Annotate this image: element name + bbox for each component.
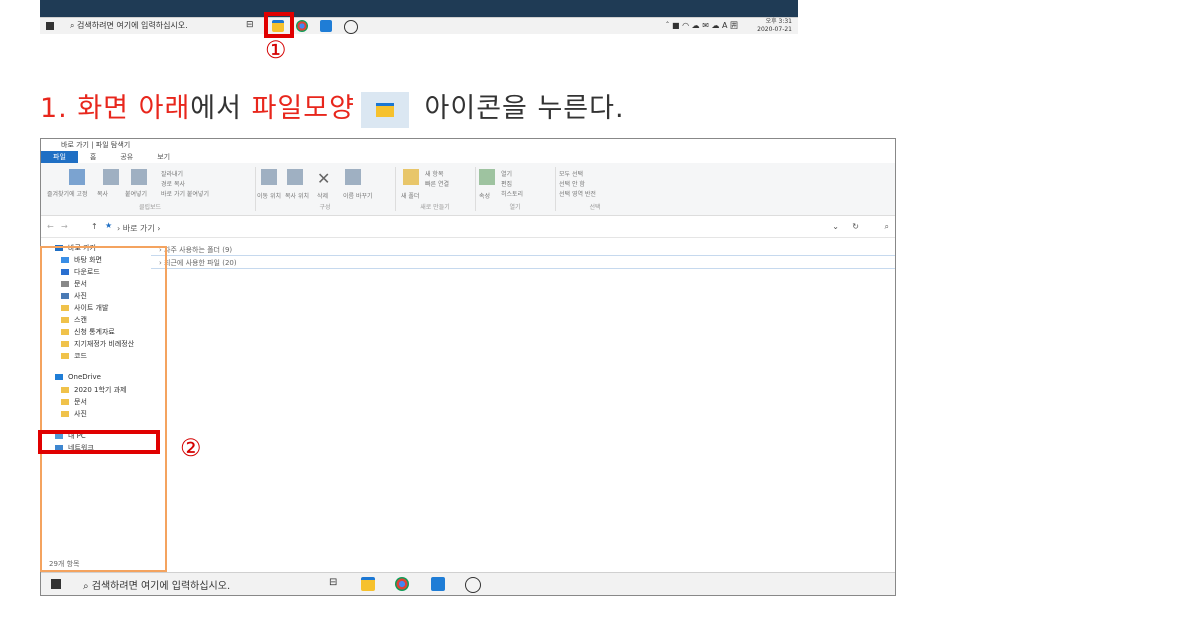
next-screenshot-peek	[40, 620, 460, 630]
ribbon-item[interactable]: 붙여넣기	[125, 189, 147, 198]
file-explorer-icon[interactable]	[361, 577, 375, 591]
ribbon-item[interactable]: 이름 바꾸기	[343, 191, 373, 200]
ribbon: 즐겨찾기에 고정 복사 붙여넣기 잘라내기 경로 복사 바로 가기 붙여넣기 클…	[41, 163, 895, 216]
ribbon-group-label: 클립보드	[138, 204, 162, 211]
nav-up-icon[interactable]: ↑	[91, 222, 98, 231]
ribbon-item[interactable]: 복사 위치	[285, 191, 309, 200]
task-view-icon[interactable]: ⊟	[329, 577, 343, 591]
taskbar: ⌕ 검색하려면 여기에 입력하십시오. ⊟	[41, 572, 895, 595]
ribbon-item[interactable]: 경로 복사	[161, 179, 185, 188]
address-bar[interactable]: ← → ↑ ★ › 바로 가기 › ⌄ ↻ ⌕	[41, 219, 895, 238]
file-explorer-icon	[360, 91, 409, 128]
marker-number-1: ①	[265, 36, 287, 64]
refresh-icon[interactable]: ↻	[852, 222, 859, 231]
ribbon-item[interactable]: 즐겨찾기에 고정	[47, 189, 88, 198]
properties-icon[interactable]	[479, 169, 495, 185]
ribbon-group-label: 선택	[589, 204, 601, 211]
group-divider	[151, 268, 895, 269]
ribbon-item[interactable]: 새 폴더	[401, 191, 419, 200]
ribbon-group-open: 속성 열기 편집 히스토리 열기	[475, 167, 556, 211]
search-icon[interactable]: ⌕	[885, 222, 889, 232]
app-icon[interactable]	[431, 577, 445, 591]
clock[interactable]: 오후 3:31 2020-07-21	[757, 18, 792, 34]
cloud-app-icon[interactable]	[465, 577, 481, 593]
taskbar-search[interactable]: ⌕ 검색하려면 여기에 입력하십시오.	[83, 577, 230, 592]
instruction-part-2: 에서	[190, 93, 252, 124]
task-view-icon[interactable]: ⊟	[246, 20, 258, 32]
instruction-part-3: 파일모양	[251, 93, 355, 124]
ribbon-item[interactable]: 삭제	[317, 191, 328, 200]
group-recent-files[interactable]: › 최근에 사용한 파일 (20)	[159, 258, 237, 268]
taskbar: ⌕ 검색하려면 여기에 입력하십시오. ⊟ ˆ ■ ◠ ☁ ✉ ☁ A 囲 오후…	[40, 17, 798, 34]
nav-pane-highlight	[40, 246, 167, 572]
ribbon-item[interactable]: 빠른 연결	[425, 179, 449, 188]
group-frequent-folders[interactable]: › 자주 사용하는 폴더 (9)	[159, 245, 232, 255]
ribbon-item[interactable]: 이동 위치	[257, 191, 281, 200]
group-divider	[151, 255, 895, 256]
new-folder-icon[interactable]	[403, 169, 419, 185]
instruction-part-1: 1. 화면 아래	[40, 93, 191, 124]
tab-home[interactable]: 홈	[78, 151, 108, 163]
system-tray[interactable]: ˆ ■ ◠ ☁ ✉ ☁ A 囲	[665, 20, 738, 31]
file-explorer-window: 바로 가기 | 파일 탐색기 파일 홈 공유 보기 즐겨찾기에 고정 복사 붙여넣기 …	[40, 138, 896, 596]
folder-icon	[375, 102, 394, 117]
ribbon-group-select: 모두 선택 선택 안 함 선택 영역 반전 선택	[555, 167, 635, 211]
ribbon-item[interactable]: 편집	[501, 179, 512, 188]
instruction-text: 1. 화면 아래에서 파일모양 아이콘을 누른다.	[40, 86, 625, 128]
ribbon-group-label: 구성	[319, 204, 331, 211]
move-icon[interactable]	[261, 169, 277, 185]
marker-box-2	[38, 430, 160, 454]
instruction-part-4: 아이콘을 누른다.	[414, 93, 625, 124]
ribbon-item[interactable]: 잘라내기	[161, 169, 183, 178]
chrome-icon[interactable]	[296, 20, 308, 32]
ribbon-item[interactable]: 복사	[97, 189, 108, 198]
ribbon-item[interactable]: 선택 안 함	[559, 179, 585, 188]
ribbon-tabs: 파일 홈 공유 보기	[41, 151, 895, 163]
ribbon-item[interactable]: 열기	[501, 169, 512, 178]
top-taskbar-screenshot: ⌕ 검색하려면 여기에 입력하십시오. ⊟ ˆ ■ ◠ ☁ ✉ ☁ A 囲 오후…	[40, 0, 798, 34]
windows-start-icon[interactable]	[51, 579, 61, 589]
ribbon-item[interactable]: 모두 선택	[559, 169, 583, 178]
ribbon-item[interactable]: 속성	[479, 191, 490, 200]
marker-number-2: ②	[180, 434, 202, 462]
ribbon-group-label: 새로 만들기	[420, 204, 450, 211]
marker-box-1	[264, 12, 294, 38]
nav-forward-icon[interactable]: →	[61, 222, 68, 231]
delete-icon[interactable]: ✕	[317, 169, 330, 188]
paste-icon[interactable]	[131, 169, 147, 185]
cloud-app-icon[interactable]	[344, 20, 358, 34]
app-icon[interactable]	[320, 20, 332, 32]
ribbon-group-new: 새 폴더 새 항목 빠른 연결 새로 만들기	[395, 167, 476, 211]
ribbon-item[interactable]: 히스토리	[501, 189, 523, 198]
ribbon-item[interactable]: 바로 가기 붙여넣기	[161, 189, 209, 198]
clock-time: 오후 3:31	[765, 18, 792, 25]
windows-start-icon[interactable]	[46, 22, 54, 30]
address-path[interactable]: › 바로 가기 ›	[117, 223, 160, 234]
chrome-icon[interactable]	[395, 577, 409, 591]
nav-back-icon[interactable]: ←	[47, 222, 54, 231]
ribbon-group-organize: ✕ 이동 위치 복사 위치 삭제 이름 바꾸기 구성	[255, 167, 396, 211]
tab-share[interactable]: 공유	[108, 151, 145, 163]
pin-icon[interactable]	[69, 169, 85, 185]
tab-file[interactable]: 파일	[41, 151, 78, 163]
window-title: 바로 가기 | 파일 탐색기	[61, 141, 131, 149]
clock-date: 2020-07-21	[757, 26, 792, 33]
tab-view[interactable]: 보기	[145, 151, 182, 163]
rename-icon[interactable]	[345, 169, 361, 185]
taskbar-search[interactable]: ⌕ 검색하려면 여기에 입력하십시오.	[70, 20, 240, 31]
copy-icon[interactable]	[103, 169, 119, 185]
ribbon-group-label: 열기	[509, 204, 521, 211]
ribbon-group-clipboard: 즐겨찾기에 고정 복사 붙여넣기 잘라내기 경로 복사 바로 가기 붙여넣기 클…	[45, 167, 256, 211]
ribbon-item[interactable]: 선택 영역 반전	[559, 189, 596, 198]
dropdown-chevron-icon[interactable]: ⌄	[832, 222, 839, 231]
star-icon: ★	[105, 221, 113, 230]
copyto-icon[interactable]	[287, 169, 303, 185]
ribbon-item[interactable]: 새 항목	[425, 169, 443, 178]
